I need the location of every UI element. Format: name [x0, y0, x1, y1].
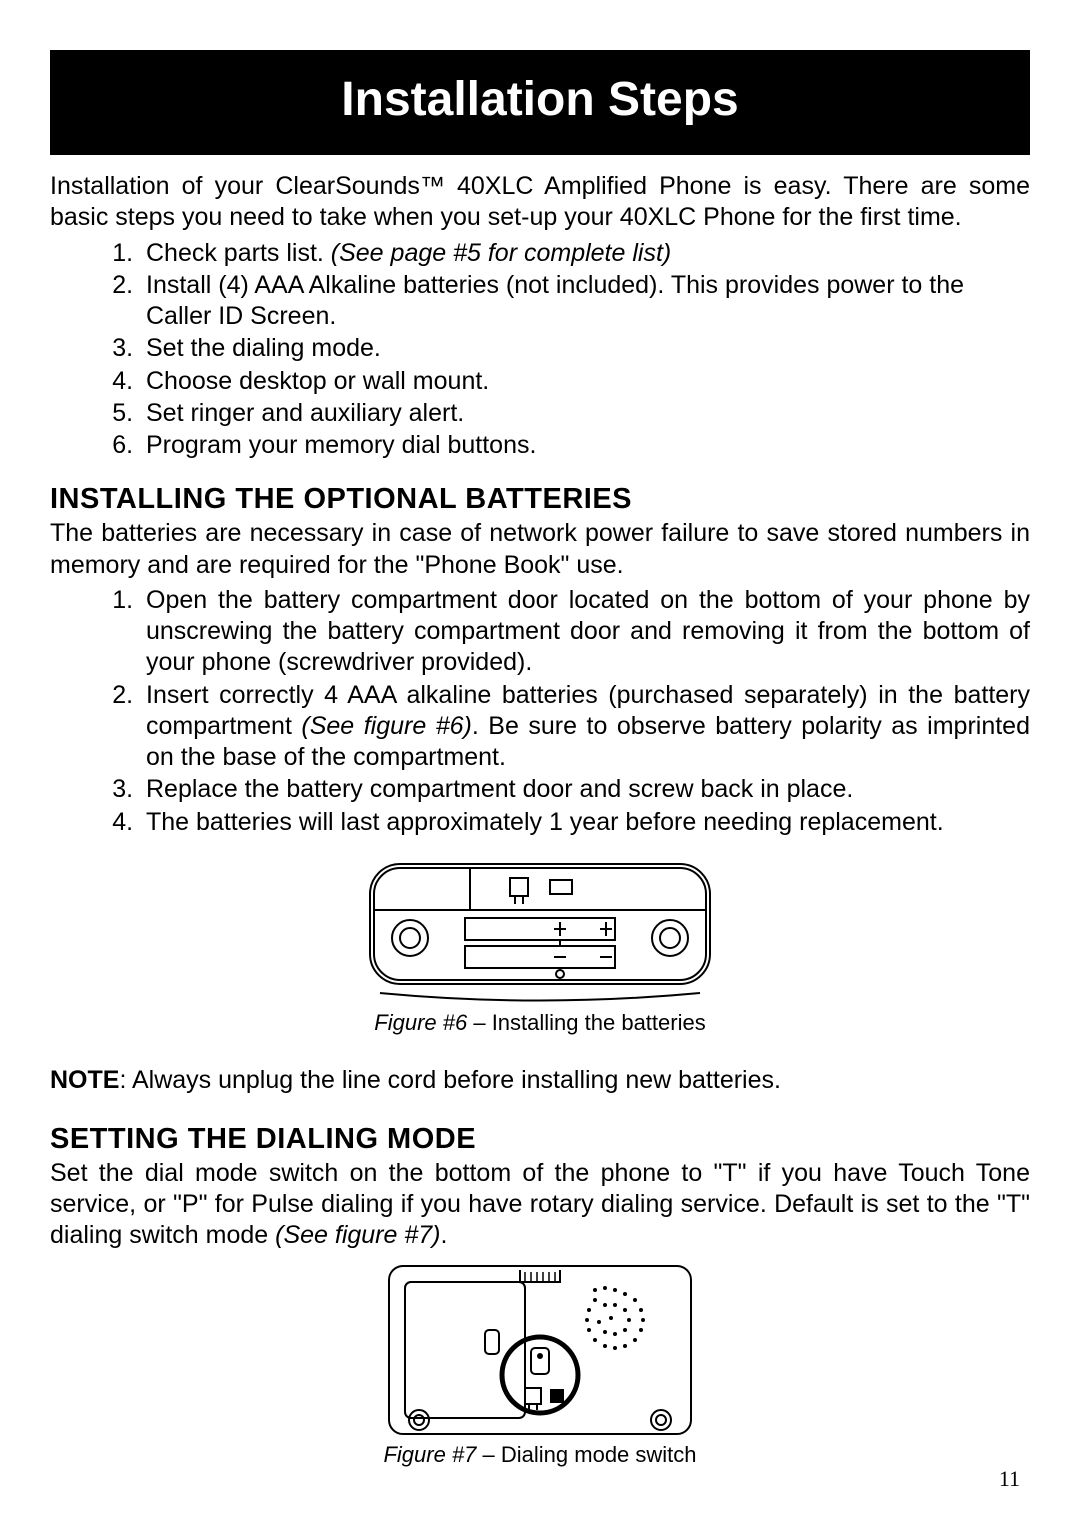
figure-6-caption: Figure #6 – Installing the batteries — [50, 1010, 1030, 1036]
figure-text: – Installing the batteries — [467, 1010, 705, 1035]
battery-steps-list: Open the battery compartment door locate… — [50, 585, 1030, 838]
list-item: Set ringer and auxiliary alert. — [140, 398, 1030, 429]
batteries-intro: The batteries are necessary in case of n… — [50, 518, 1030, 581]
list-item: Open the battery compartment door locate… — [140, 585, 1030, 679]
list-item: Insert correctly 4 AAA alkaline batterie… — [140, 680, 1030, 774]
page-title: Installation Steps — [50, 50, 1030, 155]
figure-label: Figure #6 — [374, 1010, 467, 1035]
dial-text: Set the dial mode switch on the bottom o… — [50, 1159, 1030, 1250]
dial-text: . — [441, 1221, 448, 1249]
step-ref: (See page #5 for complete list) — [331, 239, 671, 267]
figure-label: Figure #7 — [383, 1442, 476, 1467]
note-text: : Always unplug the line cord before ins… — [119, 1066, 781, 1094]
intro-paragraph: Installation of your ClearSounds™ 40XLC … — [50, 171, 1030, 234]
list-item: Set the dialing mode. — [140, 333, 1030, 364]
page-number: 11 — [999, 1466, 1020, 1492]
step-text: Check parts list. — [146, 239, 331, 267]
section-heading-batteries: INSTALLING THE OPTIONAL BATTERIES — [50, 483, 1030, 516]
figure-7-caption: Figure #7 – Dialing mode switch — [50, 1442, 1030, 1468]
dialing-switch-icon — [385, 1260, 695, 1440]
list-item: Install (4) AAA Alkaline batteries (not … — [140, 270, 1030, 333]
section-heading-dialing: SETTING THE DIALING MODE — [50, 1123, 1030, 1156]
note: NOTE: Always unplug the line cord before… — [50, 1066, 1030, 1095]
dialing-paragraph: Set the dial mode switch on the bottom o… — [50, 1158, 1030, 1252]
setup-steps-list: Check parts list. (See page #5 for compl… — [50, 238, 1030, 462]
figure-6: Figure #6 – Installing the batteries — [50, 858, 1030, 1036]
battery-compartment-icon — [360, 858, 720, 1008]
note-label: NOTE — [50, 1066, 119, 1094]
list-item: Replace the battery compartment door and… — [140, 774, 1030, 805]
list-item: The batteries will last approximately 1 … — [140, 807, 1030, 838]
figure-text: – Dialing mode switch — [476, 1442, 696, 1467]
figure-7: Figure #7 – Dialing mode switch — [50, 1260, 1030, 1468]
list-item: Check parts list. (See page #5 for compl… — [140, 238, 1030, 269]
list-item: Program your memory dial buttons. — [140, 430, 1030, 461]
dial-ref: (See figure #7) — [275, 1221, 440, 1249]
step-ref: (See figure #6) — [301, 712, 471, 740]
list-item: Choose desktop or wall mount. — [140, 366, 1030, 397]
